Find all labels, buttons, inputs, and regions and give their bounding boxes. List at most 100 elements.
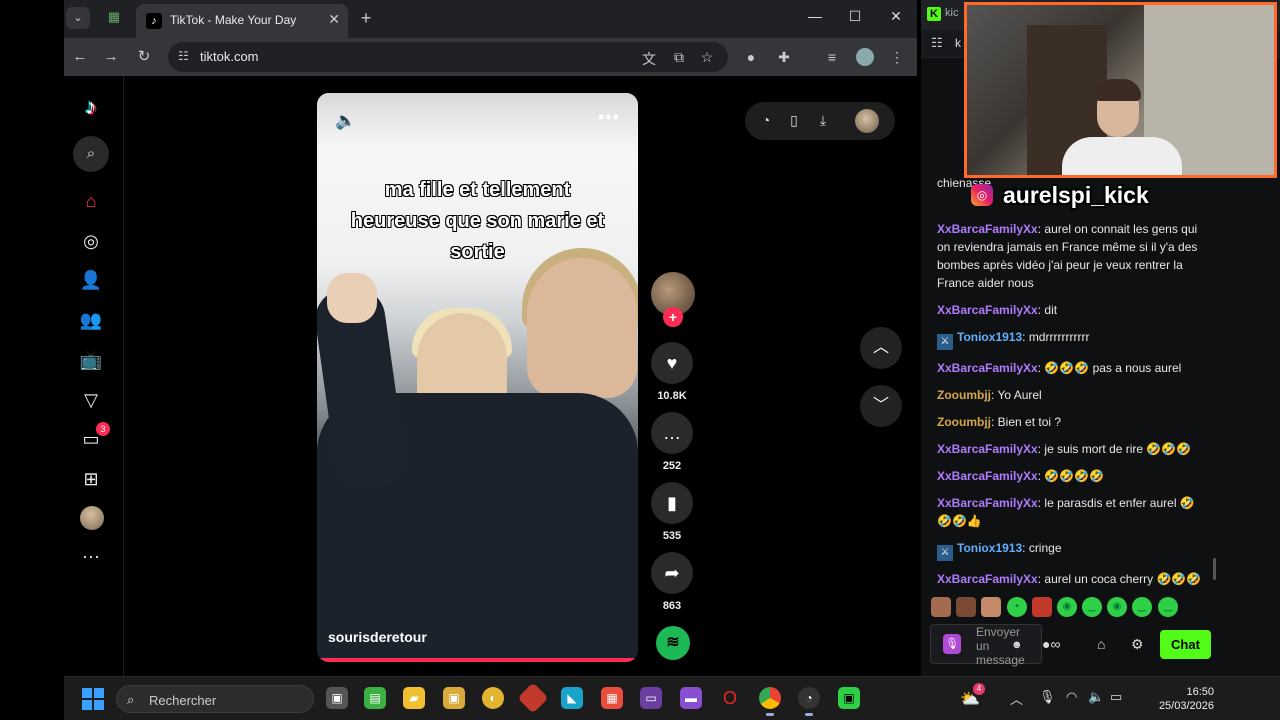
emote-icon[interactable]: ◉ [1107,597,1127,617]
chat-username[interactable]: XxBarcaFamilyXx [937,442,1038,456]
spotify-music-icon[interactable]: ≋ [656,626,690,660]
friends-icon[interactable]: 👥 [78,307,104,333]
share-action[interactable]: ➦ 863 [651,552,693,612]
chat-username[interactable]: Zooumbjj [937,415,991,429]
emote-icon[interactable]: ◉ [1057,597,1077,617]
obs-icon[interactable]: ◔ [798,687,820,716]
site-settings-icon[interactable]: ☷ [178,49,189,63]
live-tv-icon[interactable]: 📺 [78,347,104,373]
kick-app-icon[interactable]: ▣ [838,687,860,709]
chat-send-button[interactable]: Chat [1160,630,1211,659]
chat-username[interactable]: Toniox1913 [957,541,1022,555]
app-icon[interactable]: ◣ [561,687,583,709]
photo-viewer-icon[interactable]: ▣ [443,687,465,709]
app-icon[interactable]: ▦ [601,687,623,709]
chat-username[interactable]: XxBarcaFamilyXx [937,469,1038,483]
chat-username[interactable]: XxBarcaFamilyXx [937,496,1038,510]
share-arrow-icon[interactable]: ➦ [651,552,693,594]
new-tab-button[interactable]: + [354,6,378,30]
wifi-icon[interactable]: ◠ [1066,689,1077,705]
chrome-icon[interactable] [759,687,781,716]
microphone-icon[interactable]: 🎙 [1039,689,1056,705]
minimize-icon[interactable]: — [800,8,830,24]
emote-icon[interactable]: ‿ [1158,597,1178,617]
volume-icon[interactable]: 🔈 [1088,689,1104,705]
search-icon[interactable]: ⌕ [73,136,109,172]
chat-username[interactable]: Toniox1913 [957,330,1022,344]
video-progress-bar[interactable] [317,658,638,662]
app-icon[interactable] [517,682,549,714]
previous-video-chevron-up-icon[interactable]: ︿ [860,327,902,369]
windows-start-icon[interactable] [82,688,104,710]
next-video-chevron-down-icon[interactable]: ﹀ [860,385,902,427]
follow-plus-icon[interactable]: + [663,307,683,327]
emote-icon[interactable] [931,597,951,617]
chat-scrollbar[interactable] [1213,558,1216,580]
translate-icon[interactable]: 文 [640,49,658,69]
chat-username[interactable]: XxBarcaFamilyXx [937,361,1038,375]
menu-dots-icon[interactable]: ⋮ [887,47,907,67]
chat-username[interactable]: XxBarcaFamilyXx [937,303,1038,317]
emote-icon[interactable]: ‿ [1132,597,1152,617]
save-action[interactable]: ▮ 535 [651,482,693,542]
speed-icon[interactable]: ◔ [757,112,775,128]
more-dots-icon[interactable]: ··· [78,543,104,569]
chat-input[interactable]: 🎙 Envoyer un message ☻ [930,624,1042,667]
store-icon[interactable]: ⌂ [1097,636,1105,652]
gear-icon[interactable]: ⚙ [1131,636,1144,653]
media-controls-icon[interactable]: ≡ [822,47,842,67]
bookmark-icon[interactable]: ▮ [651,482,693,524]
volume-icon[interactable]: 🔈 [335,111,356,131]
profile-avatar[interactable] [856,48,874,66]
window-close-icon[interactable]: ✕ [881,8,911,25]
emote-icon[interactable]: • [1007,597,1027,617]
app-icon[interactable]: ◐ [482,687,504,709]
phone-view-icon[interactable]: ▯ [785,112,803,129]
forward-icon[interactable]: → [101,47,121,67]
download-icon[interactable]: ⤓ [814,112,832,129]
install-app-icon[interactable]: ⧉ [670,49,688,66]
emoji-smile-icon[interactable]: ☻ [1011,639,1023,651]
tab-search-menu[interactable]: ⌄ [66,7,90,29]
reload-icon[interactable]: ↻ [134,47,154,67]
system-clock[interactable]: 16:50 25/03/2026 [1144,685,1214,713]
battery-icon[interactable]: ▭ [1110,689,1122,705]
app-icon[interactable]: ▬ [680,687,702,709]
video-more-icon[interactable]: ••• [598,107,620,128]
tab-close-icon[interactable]: ✕ [328,11,340,28]
kick-tab-title[interactable]: kic [945,7,958,19]
maximize-icon[interactable]: ☐ [840,8,870,25]
following-icon[interactable]: 👤 [78,267,104,293]
task-view-icon[interactable]: ▣ [326,687,348,709]
tab-tiktok[interactable]: ♪ TikTok - Make Your Day ✕ [136,4,348,38]
extension-toggle-icon[interactable]: ● [741,47,761,67]
emote-icon[interactable]: ‿ [1082,597,1102,617]
comment-action[interactable]: … 252 [651,412,693,472]
tab-group-icon[interactable]: ▦ [104,9,124,29]
explore-compass-icon[interactable]: ◎ [78,228,104,254]
comment-icon[interactable]: … [651,412,693,454]
address-bar[interactable]: ☷ tiktok.com 文 ⧉ ☆ [168,42,728,72]
chevron-up-icon[interactable]: ︿ [1010,689,1023,708]
tiktok-logo-icon[interactable]: ♪ [78,94,104,122]
chat-username[interactable]: XxBarcaFamilyXx [937,222,1038,236]
site-settings-icon[interactable]: ☷ [931,35,943,51]
video-player[interactable]: 🔈 ••• ma fille et tellement heureuse que… [317,93,638,662]
emote-icon[interactable] [981,597,1001,617]
upload-plus-icon[interactable]: ⊞ [78,466,104,492]
account-avatar[interactable] [855,109,879,133]
video-author[interactable]: sourisderetour [328,629,427,645]
messages-send-icon[interactable]: ▽ [78,387,104,413]
excel-app-icon[interactable]: ▤ [364,687,386,709]
home-icon[interactable]: ⌂ [78,188,104,214]
microphone-icon[interactable]: 🎙 [943,634,961,654]
like-action[interactable]: ♥ 10.8K [651,342,693,402]
opera-icon[interactable]: O [719,687,741,709]
app-icon[interactable]: ▭ [640,687,662,709]
emote-icon[interactable] [1032,597,1052,617]
profile-avatar[interactable] [80,506,104,530]
points-infinity-icon[interactable]: ●∞ [1042,636,1060,652]
inbox-icon[interactable]: ▭ 3 [78,422,110,452]
heart-icon[interactable]: ♥ [651,342,693,384]
chat-username[interactable]: XxBarcaFamilyXx [937,572,1038,586]
